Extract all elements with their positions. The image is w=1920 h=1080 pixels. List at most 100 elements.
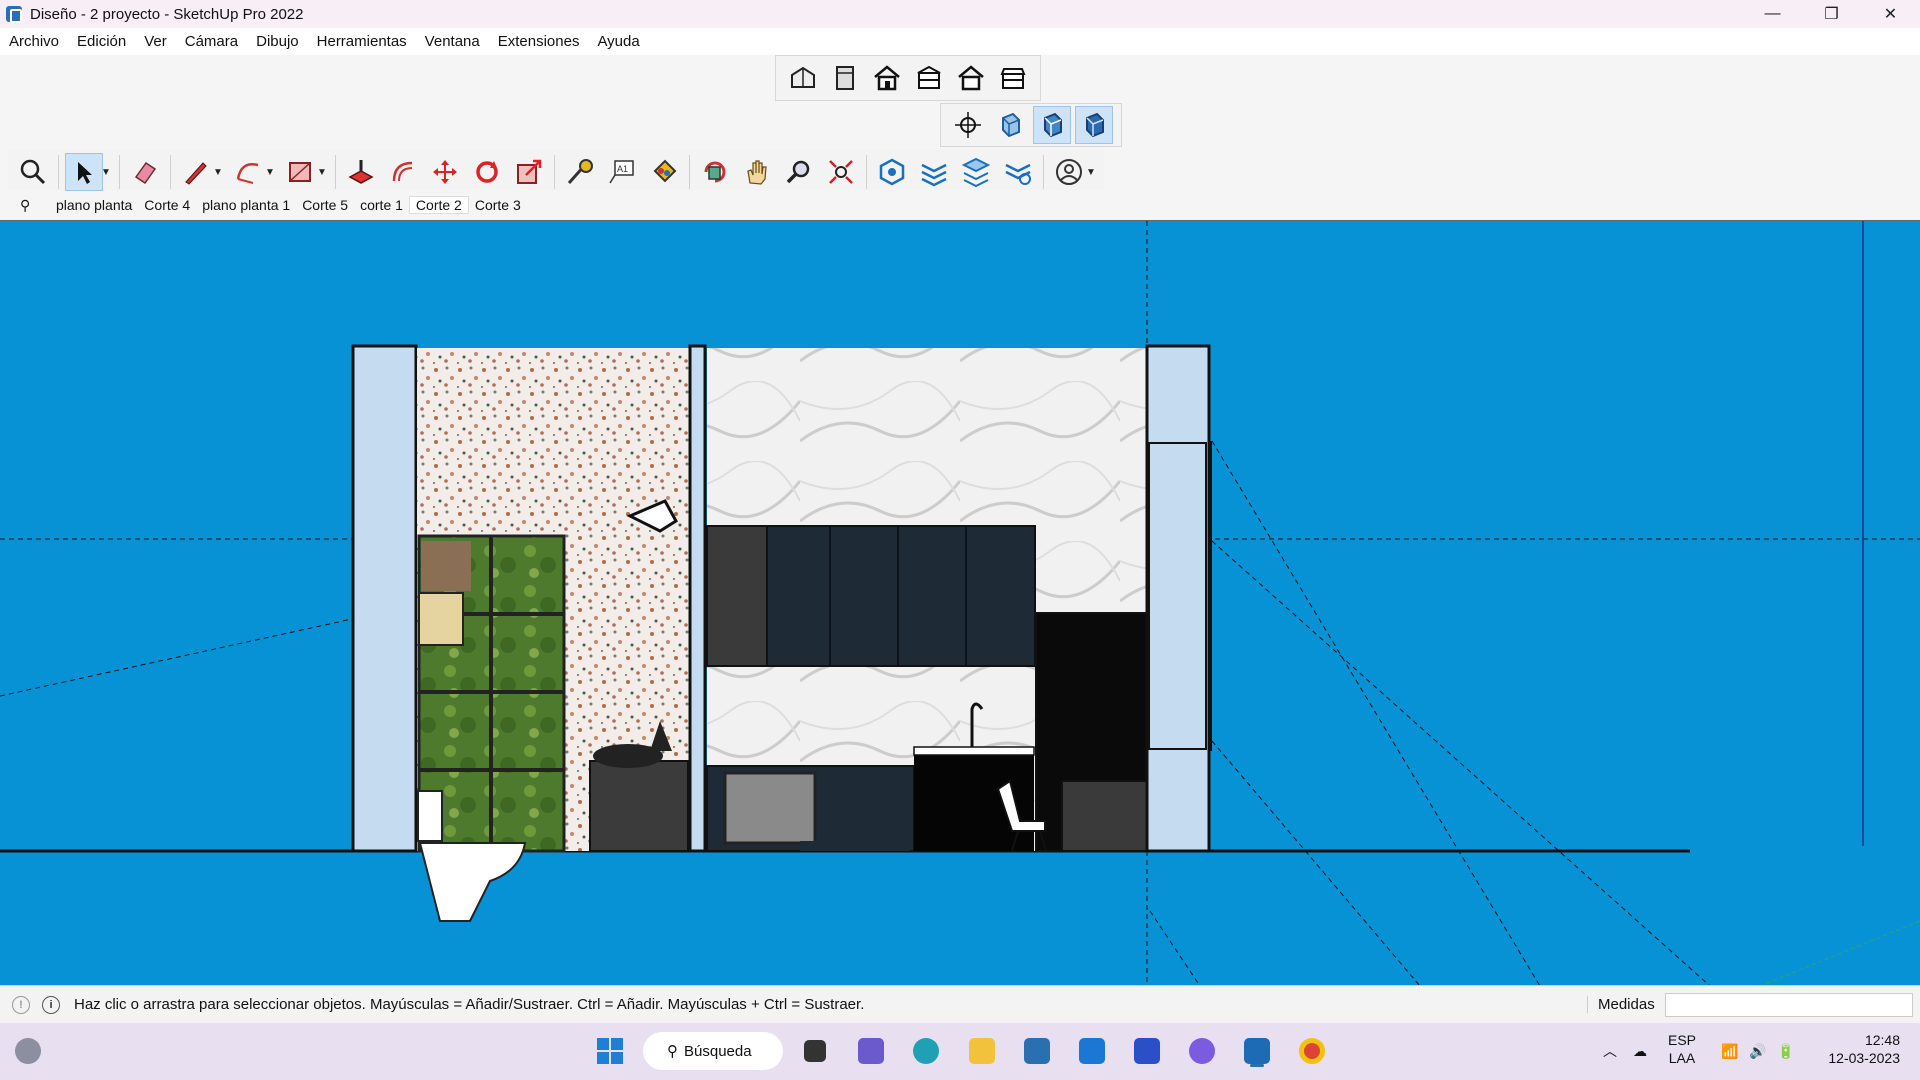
menu-ayuda[interactable]: Ayuda bbox=[588, 33, 648, 50]
push-pull-icon[interactable] bbox=[342, 153, 380, 191]
menu-dibujo[interactable]: Dibujo bbox=[247, 33, 308, 50]
pan-icon[interactable] bbox=[738, 153, 776, 191]
main-toolbar: ▼ ▼ ▼ ▼ A1 ▼ bbox=[8, 149, 1104, 195]
geo-location-icon[interactable]: ! bbox=[12, 995, 30, 1014]
onedrive-icon[interactable]: ☁ bbox=[1620, 1031, 1660, 1071]
back-view-icon[interactable] bbox=[952, 59, 990, 97]
offset-icon[interactable] bbox=[384, 153, 422, 191]
zoom-window-icon[interactable] bbox=[822, 153, 860, 191]
textured-icon[interactable] bbox=[1075, 106, 1113, 144]
sketchup-taskbar-icon[interactable] bbox=[1237, 1031, 1277, 1071]
move-icon[interactable] bbox=[426, 153, 464, 191]
chevron-down-icon[interactable]: ▼ bbox=[1086, 167, 1096, 178]
taskbar-search[interactable]: ⚲ Búsqueda bbox=[643, 1032, 783, 1070]
search-icon[interactable]: ⚲ bbox=[20, 197, 50, 214]
keyboard-language[interactable]: ESP LAA bbox=[1668, 1031, 1696, 1067]
minimize-button[interactable]: — bbox=[1743, 0, 1802, 28]
upper-cabinet-gray bbox=[706, 525, 768, 667]
rectangle-icon[interactable] bbox=[281, 153, 319, 191]
mail-icon[interactable] bbox=[1072, 1031, 1112, 1071]
orbit-icon[interactable] bbox=[949, 106, 987, 144]
clock-time: 12:48 bbox=[1864, 1032, 1900, 1048]
section-fill-icon[interactable] bbox=[999, 153, 1037, 191]
scale-icon[interactable] bbox=[510, 153, 548, 191]
toolbar-separator bbox=[554, 155, 555, 189]
close-button[interactable]: ✕ bbox=[1861, 0, 1920, 28]
tab-plano-planta[interactable]: plano planta bbox=[50, 197, 138, 213]
teams-icon[interactable] bbox=[851, 1031, 891, 1071]
left-view-icon[interactable] bbox=[994, 59, 1032, 97]
arc-icon[interactable] bbox=[229, 153, 267, 191]
shaded-icon[interactable] bbox=[1033, 106, 1071, 144]
zoom-extents-icon[interactable] bbox=[14, 153, 52, 191]
battery-icon[interactable]: 🔋 bbox=[1766, 1031, 1806, 1071]
tab-plano-planta-1[interactable]: plano planta 1 bbox=[196, 197, 296, 213]
tab-corte-2[interactable]: Corte 2 bbox=[408, 196, 469, 214]
window-title: Diseño - 2 proyecto - SketchUp Pro 2022 bbox=[30, 5, 304, 23]
eraser-icon[interactable] bbox=[126, 153, 164, 191]
menu-edicion[interactable]: Edición bbox=[68, 33, 135, 50]
partition-wall bbox=[688, 344, 707, 853]
file-explorer-icon[interactable] bbox=[962, 1031, 1002, 1071]
green-axis-line bbox=[1761, 920, 1920, 985]
menu-camara[interactable]: Cámara bbox=[176, 33, 247, 50]
front-view-icon[interactable] bbox=[868, 59, 906, 97]
pencil-icon[interactable] bbox=[177, 153, 215, 191]
pantry-cabinet bbox=[1061, 780, 1148, 852]
select-icon[interactable] bbox=[65, 153, 103, 191]
chevron-down-icon[interactable]: ▼ bbox=[317, 167, 327, 178]
section-plane-icon[interactable] bbox=[873, 153, 911, 191]
toolbar-separator bbox=[335, 155, 336, 189]
tab-corte-3[interactable]: Corte 3 bbox=[469, 197, 527, 213]
layout-code: LAA bbox=[1668, 1050, 1696, 1066]
text-icon[interactable]: A1 bbox=[603, 153, 641, 191]
tab-corte-5[interactable]: Corte 5 bbox=[296, 197, 354, 213]
iso-view-icon[interactable] bbox=[784, 59, 822, 97]
menu-archivo[interactable]: Archivo bbox=[0, 33, 68, 50]
rotate-icon[interactable] bbox=[468, 153, 506, 191]
xray-icon[interactable] bbox=[991, 106, 1029, 144]
paint-bucket-icon[interactable] bbox=[645, 153, 683, 191]
sketchup-app-icon[interactable] bbox=[6, 6, 22, 23]
clock[interactable]: 12:48 12-03-2023 bbox=[1815, 1031, 1900, 1067]
camera-toolbar bbox=[940, 103, 1122, 147]
display-sections-icon[interactable] bbox=[915, 153, 953, 191]
menu-herramientas[interactable]: Herramientas bbox=[308, 33, 416, 50]
widgets-icon[interactable] bbox=[8, 1031, 48, 1071]
chevron-down-icon[interactable]: ▼ bbox=[213, 167, 223, 178]
title-bar: Diseño - 2 proyecto - SketchUp Pro 2022 … bbox=[0, 0, 1920, 28]
svg-text:A1: A1 bbox=[617, 164, 628, 174]
app-icon-purple[interactable] bbox=[1182, 1031, 1222, 1071]
menu-ventana[interactable]: Ventana bbox=[416, 33, 489, 50]
account-icon[interactable] bbox=[1050, 153, 1088, 191]
task-view-icon[interactable] bbox=[795, 1031, 835, 1071]
menu-extensiones[interactable]: Extensiones bbox=[489, 33, 589, 50]
right-view-icon[interactable] bbox=[910, 59, 948, 97]
edge-icon[interactable] bbox=[906, 1031, 946, 1071]
zoom-icon[interactable] bbox=[780, 153, 818, 191]
tab-corte-1[interactable]: corte 1 bbox=[354, 197, 409, 213]
scene-tabs-bar: ⚲ plano planta Corte 4 plano planta 1 Co… bbox=[0, 191, 1920, 219]
windows-start-icon[interactable] bbox=[590, 1031, 630, 1071]
chevron-down-icon[interactable]: ▼ bbox=[265, 167, 275, 178]
language-code: ESP bbox=[1668, 1032, 1697, 1048]
top-view-icon[interactable] bbox=[826, 59, 864, 97]
section-cuts-icon[interactable] bbox=[957, 153, 995, 191]
towel bbox=[418, 592, 464, 646]
toolbar-separator bbox=[119, 155, 120, 189]
store-icon[interactable] bbox=[1017, 1031, 1057, 1071]
toolbar-separator bbox=[170, 155, 171, 189]
app-icon-blue[interactable] bbox=[1127, 1031, 1167, 1071]
info-icon[interactable]: i bbox=[42, 995, 60, 1014]
menu-ver[interactable]: Ver bbox=[135, 33, 176, 50]
vanity-cabinet bbox=[589, 760, 689, 852]
tape-measure-icon[interactable] bbox=[561, 153, 599, 191]
model-viewport[interactable] bbox=[0, 220, 1920, 985]
measurements-input[interactable] bbox=[1665, 993, 1913, 1017]
orbit-tool-icon[interactable] bbox=[696, 153, 734, 191]
chrome-icon[interactable] bbox=[1292, 1031, 1332, 1071]
tab-corte-4[interactable]: Corte 4 bbox=[138, 197, 196, 213]
chevron-down-icon[interactable]: ▼ bbox=[101, 167, 111, 178]
restore-button[interactable]: ❐ bbox=[1802, 0, 1861, 28]
views-toolbar bbox=[775, 55, 1041, 101]
